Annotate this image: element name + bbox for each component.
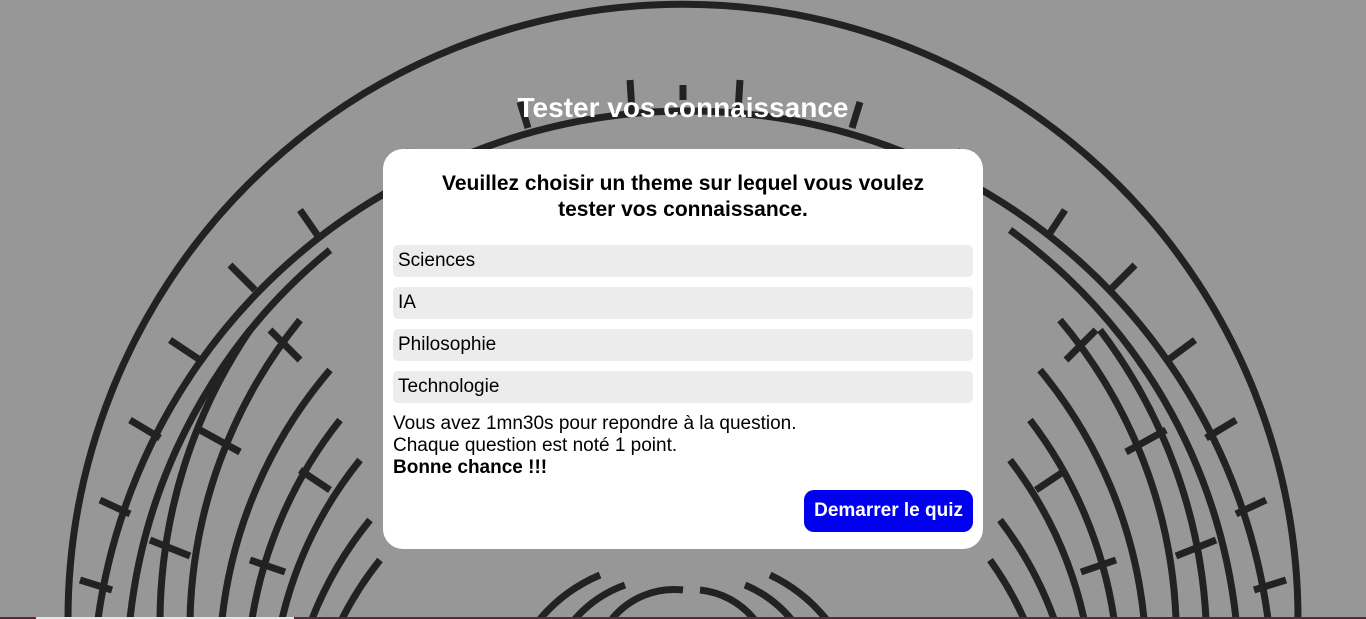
theme-item-technologie[interactable]: Technologie bbox=[393, 371, 973, 403]
page-title: Tester vos connaissance bbox=[517, 92, 849, 123]
page: Tester vos connaissance Veuillez choisir… bbox=[0, 0, 1366, 619]
quiz-card: Veuillez choisir un theme sur lequel vou… bbox=[383, 149, 983, 549]
theme-list: Sciences IA Philosophie Technologie bbox=[393, 245, 973, 403]
start-quiz-button[interactable]: Demarrer le quiz bbox=[804, 490, 973, 532]
theme-item-ia[interactable]: IA bbox=[393, 287, 973, 319]
button-row: Demarrer le quiz bbox=[804, 490, 973, 532]
info-good-luck: Bonne chance !!! bbox=[393, 457, 973, 479]
info-time-limit: Vous avez 1mn30s pour repondre à la ques… bbox=[393, 413, 797, 434]
quiz-info: Vous avez 1mn30s pour repondre à la ques… bbox=[393, 413, 973, 479]
info-scoring: Chaque question est noté 1 point. bbox=[393, 435, 678, 456]
theme-item-philosophie[interactable]: Philosophie bbox=[393, 329, 973, 361]
good-luck-text: Bonne chance !!! bbox=[393, 457, 548, 478]
theme-item-sciences[interactable]: Sciences bbox=[393, 245, 973, 277]
card-heading: Veuillez choisir un theme sur lequel vou… bbox=[442, 172, 924, 221]
